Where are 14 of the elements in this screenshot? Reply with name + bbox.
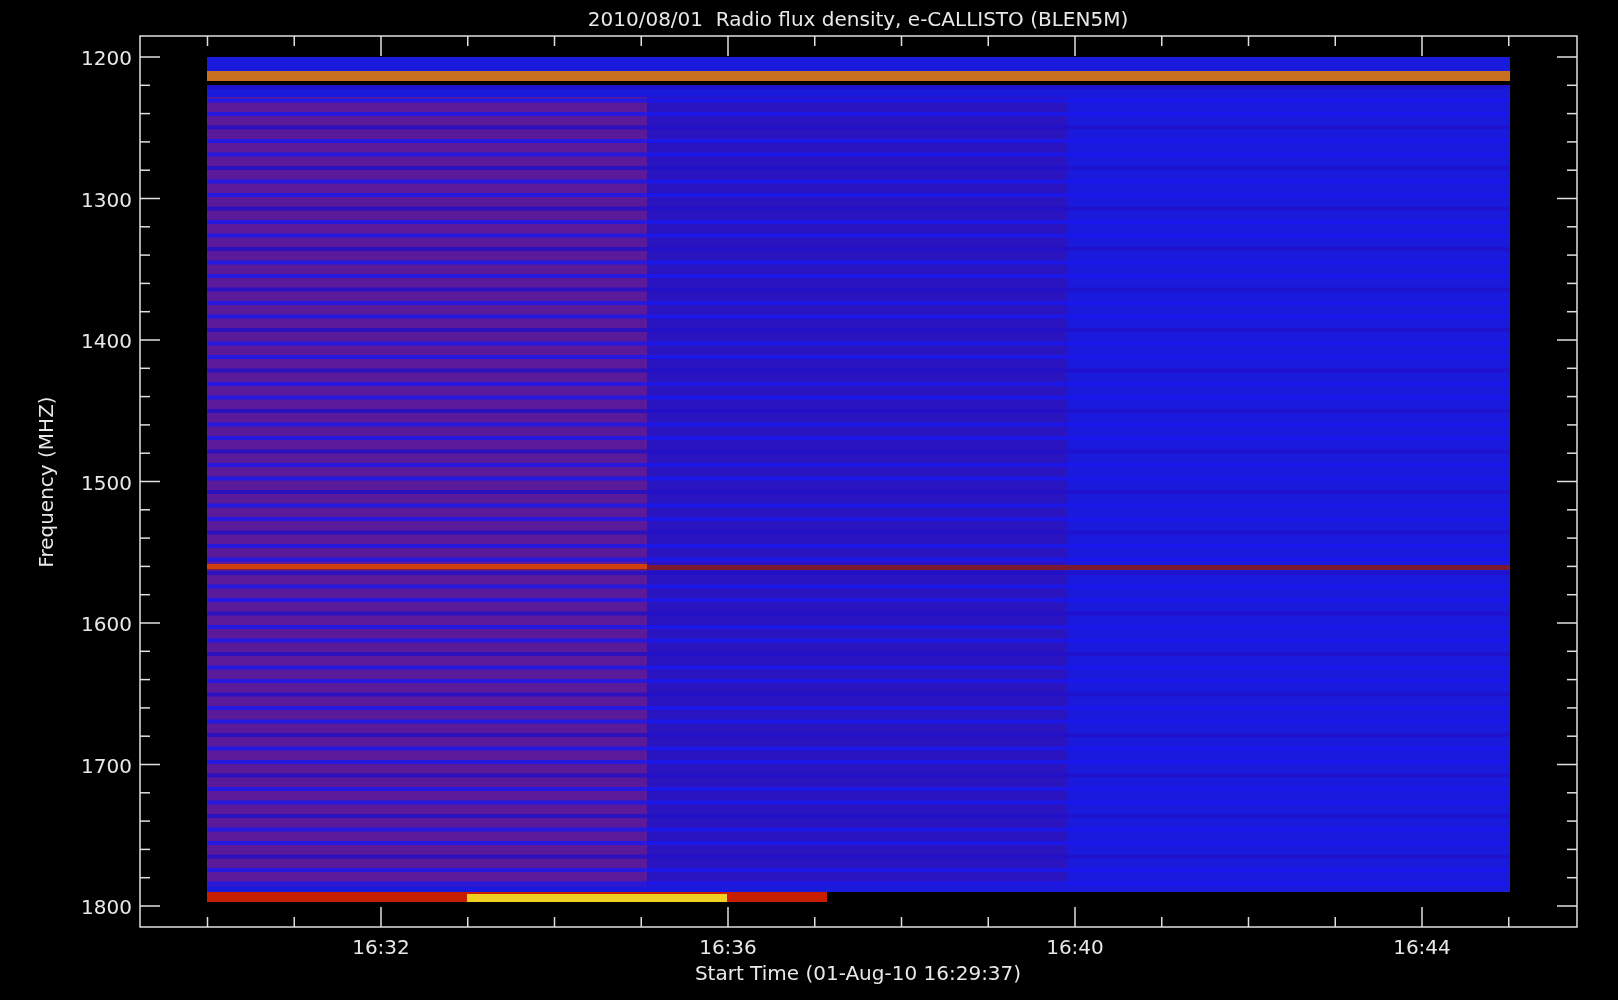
y-tick-label: 1300 xyxy=(81,187,132,212)
x-tick-label: 16:36 xyxy=(699,935,757,959)
y-tick-label: 1500 xyxy=(81,470,132,495)
y-axis-label: Frequency (MHZ) xyxy=(34,396,58,568)
y-tick-label: 1200 xyxy=(81,46,132,70)
x-tick-label: 16:44 xyxy=(1393,935,1451,959)
y-tick-label: 1400 xyxy=(81,329,132,353)
chart-title: 2010/08/01 Radio flux density, e-CALLISTO (BLEN5M) xyxy=(587,7,1129,31)
x-axis-label: Start Time (01-Aug-10 16:29:37) xyxy=(694,961,1022,985)
x-tick-label: 16:40 xyxy=(1046,935,1104,959)
x-tick-label: 16:32 xyxy=(352,935,410,959)
y-tick-label: 1700 xyxy=(81,753,132,778)
y-tick-label: 1800 xyxy=(81,895,132,919)
y-tick-label: 1600 xyxy=(81,612,132,636)
